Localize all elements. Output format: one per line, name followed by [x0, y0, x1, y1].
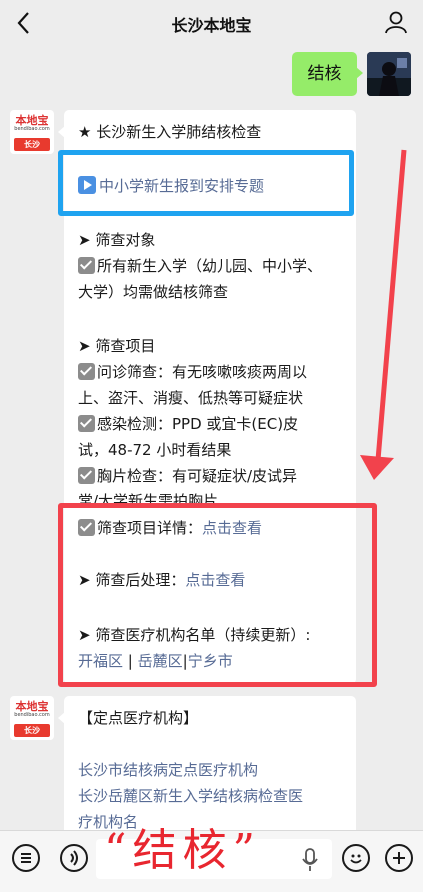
item3-line-1: 胸片检查：有可疑症状/皮试异	[78, 466, 297, 486]
avatar-site: bendibao.com	[14, 126, 50, 132]
bot-avatar[interactable]: 本地宝 bendibao.com 长沙	[10, 696, 54, 740]
keyword-overlay: “结核”	[104, 825, 261, 876]
bot-avatar[interactable]: 本地宝 bendibao.com 长沙	[10, 110, 54, 154]
self-avatar[interactable]	[367, 52, 411, 96]
item1-line-2: 上、盗汗、消瘦、低热等可疑症状	[78, 389, 304, 407]
top-bar: 长沙本地宝	[0, 0, 423, 46]
fixed-institutions-heading: 【定点医疗机构】	[78, 709, 199, 727]
highlight-box-blue	[58, 150, 354, 216]
target-title: ➤ 筛查对象	[78, 231, 156, 249]
target-line-2: 大学）均需做结核筛查	[78, 283, 229, 301]
microphone-icon[interactable]	[300, 847, 320, 873]
avatar-city: 长沙	[14, 138, 50, 151]
avatar-image-icon	[367, 52, 411, 96]
avatar-city: 长沙	[14, 724, 50, 737]
avatar-site: bendibao.com	[14, 712, 50, 718]
chat-title: 长沙本地宝	[171, 16, 252, 35]
sent-message-bubble[interactable]: 结核	[292, 52, 363, 96]
item1-line-1: 问诊筛查：有无咳嗽咳痰两周以	[78, 362, 307, 382]
add-icon[interactable]	[385, 844, 413, 872]
item2-line-2: 试，48-72 小时看结果	[78, 441, 232, 459]
menu-icon[interactable]	[12, 844, 40, 872]
profile-icon[interactable]	[383, 9, 409, 35]
target-line-1: 所有新生入学（幼儿园、中小学、	[78, 256, 322, 276]
item2-line-1: 感染检测：PPD 或宜卡(EC)皮	[78, 414, 298, 434]
item3-line-2: 常/大学新生需拍胸片	[78, 492, 219, 503]
highlight-box-red	[58, 503, 377, 687]
check-icon	[78, 363, 95, 380]
emoji-icon[interactable]	[342, 844, 370, 872]
check-icon	[78, 415, 95, 432]
message-heading: ★ 长沙新生入学肺结核检查	[78, 123, 262, 141]
check-icon	[78, 257, 95, 274]
institution-link-2-line-1[interactable]: 长沙岳麓区新生入学结核病检查医	[78, 786, 303, 806]
check-icon	[78, 467, 95, 484]
voice-icon[interactable]	[60, 844, 88, 872]
items-title: ➤ 筛查项目	[78, 337, 156, 355]
institution-link-1[interactable]: 长沙市结核病定点医疗机构	[78, 760, 258, 780]
